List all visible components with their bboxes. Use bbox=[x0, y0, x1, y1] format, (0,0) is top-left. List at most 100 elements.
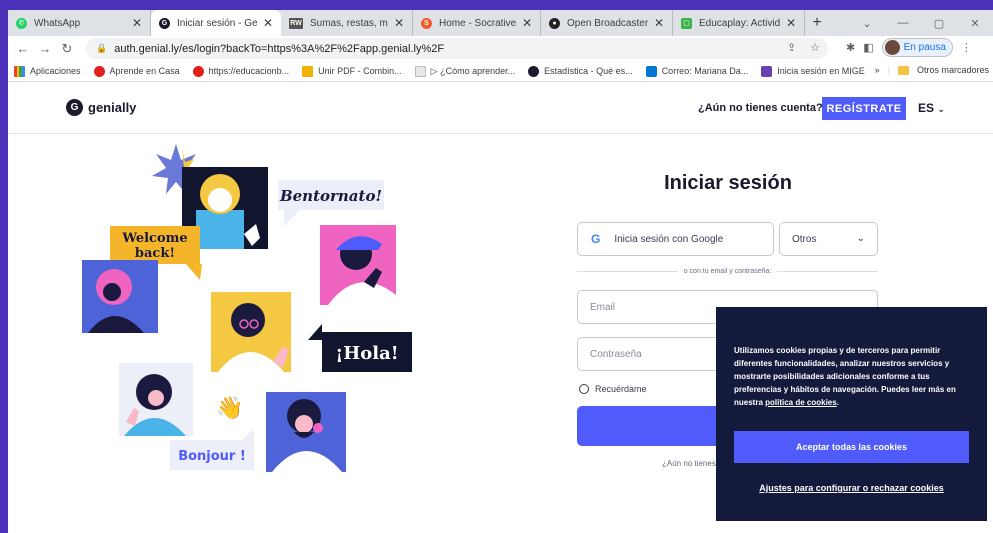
new-tab-button[interactable]: + bbox=[805, 10, 829, 36]
tab-label: Iniciar sesión - Geniall bbox=[177, 17, 257, 29]
bookmark-label: https://educacionb... bbox=[208, 66, 290, 76]
profile-status: En pausa bbox=[903, 42, 946, 53]
profile-button[interactable]: En pausa bbox=[881, 38, 953, 57]
tab-genially[interactable]: G Iniciar sesión - Geniall ✕ bbox=[151, 10, 281, 36]
bookmark-educacionb[interactable]: https://educacionb... bbox=[192, 65, 290, 77]
close-icon[interactable]: ✕ bbox=[394, 16, 404, 30]
url-text: auth.genial.ly/es/login?backTo=https%3A%… bbox=[114, 42, 445, 55]
welcome-text: Welcome bbox=[121, 231, 187, 246]
bookmark-correo[interactable]: Correo: Mariana Da... bbox=[645, 65, 749, 77]
avatar-dark-hair bbox=[119, 363, 193, 436]
other-providers-label: Otros bbox=[792, 233, 817, 245]
no-account-link[interactable]: ¿Aún no tienes bbox=[662, 459, 716, 468]
welcome-illustration: Bentornato! Welcome back! ¡Hola! 👋 Bonjo… bbox=[82, 144, 412, 472]
bookmark-apps[interactable]: Aplicaciones bbox=[14, 65, 81, 77]
extensions-icon[interactable]: ✱ bbox=[846, 41, 855, 54]
cookie-settings-link[interactable]: Ajustes para configurar o rechazar cooki… bbox=[734, 483, 969, 493]
tab-label: Home - Socrative bbox=[439, 17, 516, 29]
tab-label: Sumas, restas, multipli bbox=[310, 17, 388, 29]
browser-toolbar: ← → ↻ 🔒 auth.genial.ly/es/login?backTo=h… bbox=[8, 36, 993, 61]
close-window-button[interactable]: ✕ bbox=[957, 10, 993, 36]
cookie-policy-link[interactable]: política de cookies bbox=[765, 398, 837, 407]
site-icon bbox=[192, 65, 204, 77]
other-bookmarks[interactable]: Otros marcadores bbox=[917, 65, 989, 75]
genially-logo[interactable]: G genially bbox=[66, 99, 136, 116]
bookmark-mige[interactable]: Inicia sesión en MIGE bbox=[761, 65, 865, 77]
tab-label: Educaplay: Actividade bbox=[699, 17, 780, 29]
back-icon[interactable]: ← bbox=[12, 41, 34, 56]
site-icon bbox=[302, 65, 314, 77]
address-bar[interactable]: 🔒 auth.genial.ly/es/login?backTo=https%3… bbox=[86, 38, 828, 59]
tab-label: WhatsApp bbox=[34, 17, 81, 29]
reload-icon[interactable]: ↻ bbox=[56, 41, 78, 57]
menu-icon[interactable]: ⋮ bbox=[961, 41, 972, 54]
avatar-beard bbox=[266, 392, 346, 472]
bookmark-label: Inicia sesión en MIGE bbox=[777, 66, 865, 76]
genially-login-page: G genially ¿Aún no tienes cuenta? REGÍST… bbox=[8, 82, 993, 533]
cookie-text: Utilizamos cookies propias y de terceros… bbox=[734, 344, 974, 409]
bookmark-unirpdf[interactable]: Unir PDF - Combin... bbox=[302, 65, 402, 77]
more-bookmarks-icon[interactable]: » bbox=[875, 65, 880, 75]
share-icon[interactable]: ⇪ bbox=[787, 41, 796, 54]
close-icon[interactable]: ✕ bbox=[654, 16, 664, 30]
site-header: G genially ¿Aún no tienes cuenta? REGÍST… bbox=[8, 82, 993, 134]
bookmark-label: Unir PDF - Combin... bbox=[318, 66, 402, 76]
tab-obs[interactable]: ● Open Broadcaster Sof ✕ bbox=[541, 10, 673, 36]
register-button[interactable]: REGÍSTRATE bbox=[822, 97, 906, 120]
tab-strip: ✆ WhatsApp ✕ G Iniciar sesión - Geniall … bbox=[8, 10, 993, 36]
socrative-icon: S bbox=[421, 17, 432, 29]
bookmark-star-icon[interactable]: ☆ bbox=[810, 41, 820, 54]
apps-grid-icon bbox=[14, 65, 25, 77]
close-icon[interactable]: ✕ bbox=[786, 16, 796, 30]
tab-whatsapp[interactable]: ✆ WhatsApp ✕ bbox=[8, 10, 151, 36]
close-icon[interactable]: ✕ bbox=[132, 16, 142, 30]
close-icon[interactable]: ✕ bbox=[263, 16, 273, 30]
google-login-button[interactable]: G Inicia sesión con Google bbox=[577, 222, 774, 256]
tab-educaplay[interactable]: ▢ Educaplay: Actividade ✕ bbox=[673, 10, 805, 36]
site-icon bbox=[93, 65, 105, 77]
outlook-icon bbox=[645, 65, 657, 77]
radio-icon bbox=[579, 384, 589, 394]
tab-sumas[interactable]: RW Sumas, restas, multipli ✕ bbox=[281, 10, 413, 36]
folder-icon bbox=[897, 65, 909, 75]
no-account-text: ¿Aún no tienes cuenta? bbox=[698, 102, 823, 114]
bookmark-como-aprender[interactable]: ▷ ¿Cómo aprender... bbox=[414, 65, 515, 77]
waving-hand-icon: 👋 bbox=[216, 395, 243, 421]
avatar bbox=[884, 40, 900, 55]
whatsapp-icon: ✆ bbox=[16, 17, 27, 29]
accept-cookies-button[interactable]: Aceptar todas las cookies bbox=[734, 431, 969, 463]
obs-icon: ● bbox=[549, 17, 560, 29]
bookmark-aprende[interactable]: Aprende en Casa bbox=[93, 65, 180, 77]
login-divider: o con tu email y contraseña: bbox=[577, 268, 878, 275]
google-icon: G bbox=[591, 232, 601, 246]
cookie-banner: Utilizamos cookies propias y de terceros… bbox=[716, 307, 987, 521]
educaplay-icon: ▢ bbox=[681, 17, 692, 29]
language-selector[interactable]: ES ⌄ bbox=[918, 101, 945, 115]
forward-icon[interactable]: → bbox=[34, 41, 56, 56]
chevron-down-icon: ⌄ bbox=[856, 233, 865, 244]
divider: | bbox=[887, 65, 890, 75]
avatar-glasses bbox=[211, 292, 291, 372]
password-placeholder: Contraseña bbox=[590, 348, 642, 360]
other-providers-select[interactable]: Otros ⌄ bbox=[779, 222, 878, 256]
genially-icon: G bbox=[159, 17, 170, 29]
google-login-label: Inicia sesión con Google bbox=[614, 233, 724, 245]
tab-label: Open Broadcaster Sof bbox=[567, 17, 648, 29]
bookmark-estadistica[interactable]: Estadística - Qué es... bbox=[528, 65, 633, 77]
remember-me-radio[interactable]: Recuérdame bbox=[579, 384, 647, 394]
tab-socrative[interactable]: S Home - Socrative ✕ bbox=[413, 10, 541, 36]
chevron-down-icon: ⌄ bbox=[937, 104, 945, 114]
bookmark-label: Correo: Mariana Da... bbox=[661, 66, 749, 76]
side-panel-icon[interactable]: ◧ bbox=[863, 41, 873, 54]
divider-text: o con tu email y contraseña: bbox=[683, 268, 772, 275]
avatar-pink-cap bbox=[320, 225, 396, 305]
hola-bubble: ¡Hola! bbox=[308, 324, 412, 372]
welcome-text-2: back! bbox=[135, 246, 175, 261]
cookie-text-end: . bbox=[836, 398, 839, 407]
bookmark-label: Aprende en Casa bbox=[109, 66, 180, 76]
close-icon[interactable]: ✕ bbox=[522, 16, 532, 30]
tab-search-icon[interactable]: ⌄ bbox=[849, 10, 885, 36]
maximize-button[interactable]: ▢ bbox=[921, 10, 957, 36]
site-icon: RW bbox=[289, 17, 303, 29]
minimize-button[interactable]: — bbox=[885, 10, 921, 36]
